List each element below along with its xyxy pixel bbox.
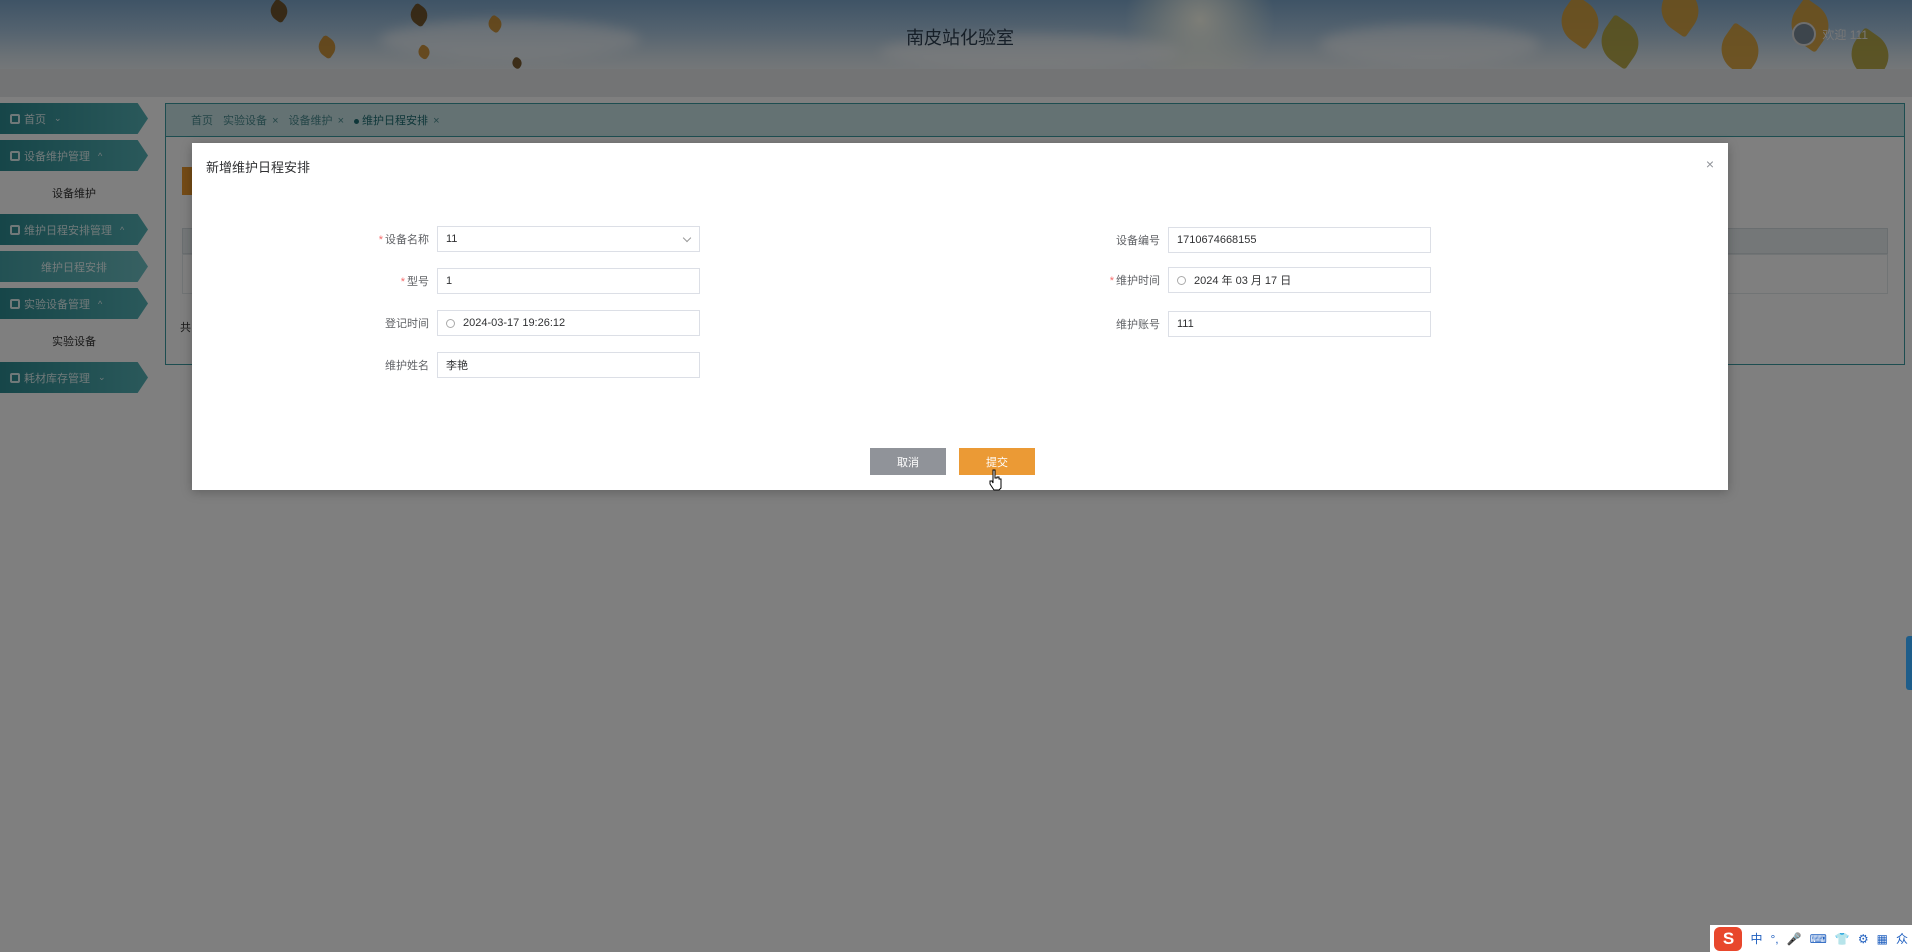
field-maintainer-name: 维护姓名 李艳 — [342, 352, 700, 378]
field-maintainer-account: 维护账号 111 — [1073, 311, 1431, 337]
field-label: 维护账号 — [1116, 319, 1160, 331]
clock-icon — [446, 318, 455, 328]
settings-icon[interactable]: ⚙ — [1858, 932, 1869, 946]
model-input[interactable]: 1 — [437, 268, 700, 294]
field-label: * 维护时间 — [1073, 272, 1168, 288]
add-schedule-dialog: 新增维护日程安排 × * 设备名称 11 * 型号 1 登记时间 2024-03-1… — [192, 143, 1728, 490]
field-label-text: 维护时间 — [1116, 275, 1160, 287]
field-label-text: 型号 — [407, 276, 429, 288]
clock-icon — [1177, 275, 1186, 285]
field-label: * 型号 — [342, 273, 437, 289]
field-model: * 型号 1 — [342, 268, 700, 294]
maintenance-date-picker[interactable]: 2024 年 03 月 17 日 — [1168, 267, 1431, 293]
dialog-title: 新增维护日程安排 — [206, 160, 311, 175]
field-label: 维护姓名 — [385, 360, 429, 372]
close-icon[interactable]: × — [1706, 156, 1714, 172]
maintainer-name-input[interactable]: 李艳 — [437, 352, 700, 378]
more-icon[interactable]: 众 — [1896, 930, 1908, 947]
date-value: 2024 年 03 月 17 日 — [1194, 275, 1292, 287]
field-equipment-no: 设备编号 1710674668155 — [1073, 227, 1431, 253]
hand-cursor-icon — [989, 469, 1002, 491]
ime-lang-toggle[interactable]: 中 — [1750, 930, 1762, 947]
keyboard-icon[interactable]: ⌨ — [1810, 932, 1827, 946]
sogou-logo-icon[interactable]: S — [1714, 926, 1743, 951]
field-maintenance-time: * 维护时间 2024 年 03 月 17 日 — [1073, 267, 1431, 293]
equipment-no-input[interactable]: 1710674668155 — [1168, 227, 1431, 253]
required-mark: * — [1109, 275, 1114, 287]
field-label: 登记时间 — [385, 318, 429, 330]
select-value: 11 — [446, 233, 458, 245]
skin-icon[interactable]: 👕 — [1835, 932, 1850, 946]
required-mark: * — [400, 276, 405, 288]
field-register-time: 登记时间 2024-03-17 19:26:12 — [342, 310, 700, 336]
required-mark: * — [378, 234, 383, 246]
maintainer-account-input[interactable]: 111 — [1168, 311, 1431, 337]
field-label-text: 设备名称 — [385, 234, 429, 246]
microphone-icon[interactable]: 🎤 — [1787, 932, 1802, 946]
ime-punct-icon[interactable]: °, — [1771, 932, 1779, 946]
field-equipment-name: * 设备名称 11 — [342, 226, 700, 252]
datetime-value: 2024-03-17 19:26:12 — [463, 317, 566, 329]
field-label: 设备编号 — [1116, 235, 1160, 247]
chevron-down-icon — [682, 233, 692, 243]
ime-toolbar: S 中 °, 🎤 ⌨ 👕 ⚙ ▦ 众 — [1710, 925, 1912, 952]
register-time-picker[interactable]: 2024-03-17 19:26:12 — [437, 310, 700, 336]
side-handle[interactable] — [1906, 636, 1912, 690]
cancel-button[interactable]: 取消 — [870, 448, 946, 475]
toolbox-icon[interactable]: ▦ — [1877, 932, 1888, 946]
field-label: * 设备名称 — [342, 231, 437, 247]
equipment-name-select[interactable]: 11 — [437, 226, 700, 252]
